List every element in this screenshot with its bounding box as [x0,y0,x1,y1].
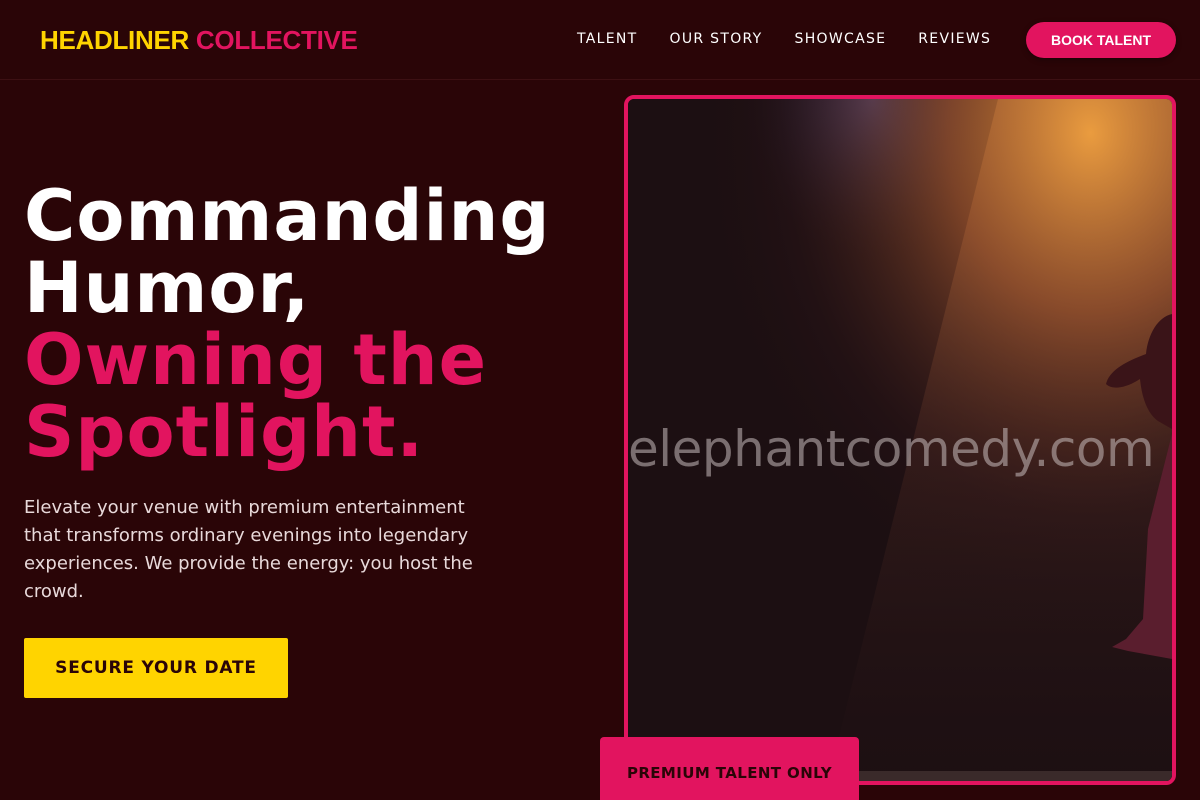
nav-link-reviews[interactable]: REVIEWS [918,30,991,48]
brand-logo[interactable]: HEADLINER COLLECTIVE [40,24,358,56]
hero-headline: Commanding Humor, Owning the Spotlight. [24,180,604,468]
hero-description: Elevate your venue with premium entertai… [24,497,473,602]
headline-line-1: Commanding [24,175,551,257]
nav-link-our-story[interactable]: OUR STORY [670,30,763,48]
nav-link-showcase[interactable]: SHOWCASE [795,30,887,48]
site-header: HEADLINER COLLECTIVE TALENT OUR STORY SH… [0,0,1200,80]
watermark-text: elephantcomedy.com [628,420,1155,478]
brand-word-headliner: HEADLINER [40,25,189,55]
book-talent-button[interactable]: BOOK TALENT [1026,22,1176,58]
headline-line-2: Humor, [24,247,311,329]
headline-line-3: Owning the [24,319,488,401]
performer-photo: elephantcomedy.com [624,95,1176,785]
secure-date-button[interactable]: SECURE YOUR DATE [24,638,288,698]
main-nav: TALENT OUR STORY SHOWCASE REVIEWS [577,30,1023,48]
premium-talent-badge: PREMIUM TALENT ONLY [600,737,859,800]
brand-word-collective: COLLECTIVE [195,25,358,55]
headline-line-4: Spotlight. [24,391,425,473]
nav-link-talent[interactable]: TALENT [577,30,638,48]
